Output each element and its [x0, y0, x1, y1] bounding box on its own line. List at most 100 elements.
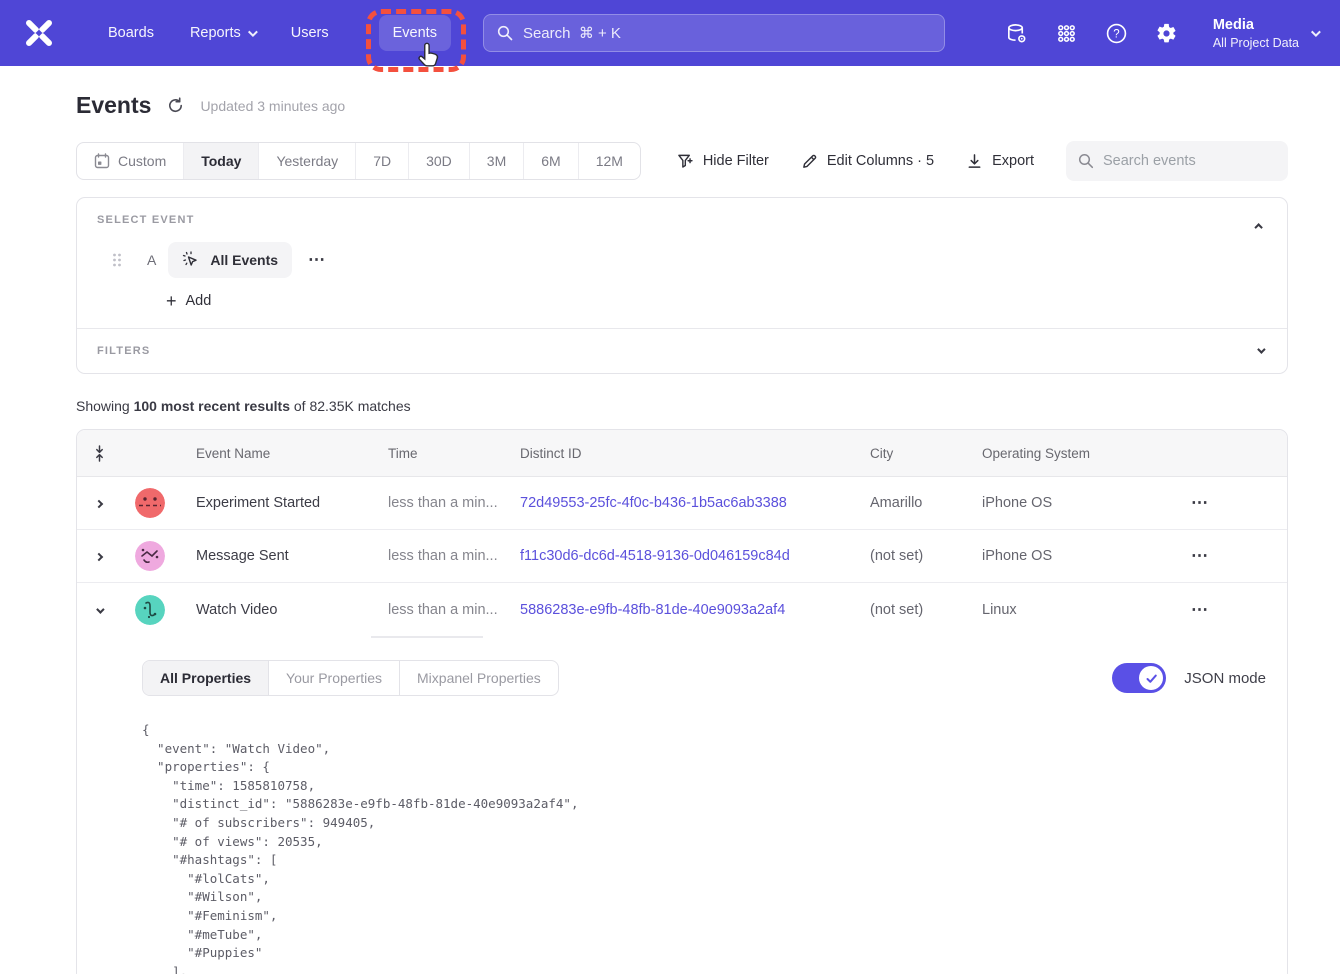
cell-distinct-id-link[interactable]: 72d49553-25fc-4f0c-b436-1b5ac6ab3388	[503, 495, 853, 511]
pencil-icon	[801, 153, 818, 170]
time-cell-divider	[371, 636, 483, 638]
event-selector-chip[interactable]: All Events	[168, 242, 292, 278]
sparkle-cursor-icon	[182, 251, 201, 270]
date-option-3m[interactable]: 3M	[469, 143, 523, 179]
global-search-input[interactable]	[523, 25, 931, 42]
settings-gear-icon[interactable]	[1155, 22, 1178, 45]
nav-item-users[interactable]: Users	[277, 15, 343, 51]
row-more-button[interactable]: ⋯	[1165, 546, 1287, 566]
download-icon	[966, 153, 983, 170]
row-more-button[interactable]: ⋯	[1165, 600, 1287, 620]
project-name: Media	[1213, 16, 1299, 36]
table-header-row: Event Name Time Distinct ID City Operati…	[77, 430, 1287, 477]
results-summary-prefix: Showing	[76, 398, 134, 414]
refresh-icon[interactable]	[167, 97, 184, 114]
chevron-down-icon	[96, 605, 104, 613]
top-navbar: Boards Reports Users Events	[0, 0, 1340, 66]
cell-city: (not set)	[853, 602, 965, 618]
query-builder-card: SELECT EVENT A	[76, 197, 1288, 374]
row-more-button[interactable]: ⋯	[1165, 493, 1287, 513]
cell-os: iPhone OS	[965, 495, 1165, 511]
column-header-os[interactable]: Operating System	[965, 446, 1165, 461]
global-search[interactable]	[483, 14, 945, 52]
date-option-7d[interactable]: 7D	[355, 143, 408, 179]
date-option-today[interactable]: Today	[183, 143, 258, 179]
filters-section-header[interactable]: FILTERS	[77, 329, 1287, 373]
event-row-letter: A	[147, 252, 156, 268]
help-icon[interactable]: ?	[1105, 22, 1128, 45]
search-events-field[interactable]	[1066, 141, 1288, 181]
event-row: A All Events ⋯	[97, 242, 1267, 278]
tab-all-properties[interactable]: All Properties	[143, 661, 268, 695]
edit-columns-button[interactable]: Edit Columns · 5	[801, 153, 934, 170]
cell-os: Linux	[965, 602, 1165, 618]
events-table: Event Name Time Distinct ID City Operati…	[76, 429, 1288, 974]
date-option-label: 12M	[596, 153, 623, 169]
cell-distinct-id-link[interactable]: 5886283e-e9fb-48fb-81de-40e9093a2af4	[503, 602, 853, 618]
date-option-30d[interactable]: 30D	[408, 143, 469, 179]
nav-item-label: Users	[291, 25, 329, 41]
apps-grid-icon[interactable]	[1055, 22, 1078, 45]
date-option-custom[interactable]: Custom	[77, 143, 183, 179]
date-option-label: 3M	[487, 153, 506, 169]
nav-item-boards[interactable]: Boards	[94, 15, 168, 51]
cell-time: less than a min...	[371, 602, 503, 618]
date-option-6m[interactable]: 6M	[523, 143, 577, 179]
results-summary: Showing 100 most recent results of 82.35…	[76, 398, 1288, 414]
date-option-12m[interactable]: 12M	[578, 143, 640, 179]
column-header-event-name[interactable]: Event Name	[179, 446, 371, 461]
tab-your-properties[interactable]: Your Properties	[268, 661, 399, 695]
json-mode-toggle[interactable]	[1112, 663, 1166, 693]
chevron-right-icon	[95, 500, 103, 508]
nav-item-events[interactable]: Events	[379, 15, 451, 51]
edit-columns-label: Edit Columns · 5	[827, 153, 934, 169]
date-option-label: Today	[201, 153, 241, 169]
project-selector[interactable]: Media All Project Data	[1213, 16, 1318, 50]
export-button[interactable]: Export	[966, 153, 1034, 170]
collapse-row-button[interactable]	[90, 595, 108, 625]
main-content: Events Updated 3 minutes ago Custom Toda…	[0, 66, 1288, 974]
nav-item-label: Events	[393, 25, 437, 41]
event-json-viewer: { "event": "Watch Video", "properties": …	[142, 721, 1266, 974]
table-row[interactable]: Message Sent less than a min... f11c30d6…	[77, 530, 1287, 583]
nav-item-events-wrapper: Events	[379, 15, 451, 51]
table-row[interactable]: Experiment Started less than a min... 72…	[77, 477, 1287, 530]
tab-mixpanel-properties[interactable]: Mixpanel Properties	[399, 661, 558, 695]
page-header: Events Updated 3 minutes ago	[76, 92, 1288, 119]
calendar-icon	[94, 153, 110, 169]
search-events-input[interactable]	[1103, 153, 1276, 169]
drag-handle-icon[interactable]	[112, 253, 122, 267]
event-selector-label: All Events	[210, 252, 278, 268]
table-row-expanded[interactable]: Watch Video less than a min... 5886283e-…	[77, 583, 1287, 636]
chevron-up-icon	[1254, 223, 1262, 231]
json-mode-control: JSON mode	[1112, 663, 1266, 693]
mixpanel-logo-icon[interactable]	[22, 16, 56, 50]
expand-row-button[interactable]	[90, 488, 108, 518]
date-option-label: 7D	[373, 153, 391, 169]
select-event-label: SELECT EVENT	[97, 214, 1267, 226]
expand-collapse-all-icon[interactable]	[92, 445, 107, 462]
column-header-distinct-id[interactable]: Distinct ID	[503, 446, 853, 461]
event-avatar	[135, 541, 165, 571]
column-header-time[interactable]: Time	[371, 446, 503, 461]
add-event-button[interactable]: + Add	[166, 292, 1267, 310]
nav-item-label: Reports	[190, 25, 241, 41]
nav-item-label: Boards	[108, 25, 154, 41]
plus-icon: +	[166, 292, 177, 310]
hide-filter-button[interactable]: Hide Filter	[677, 153, 769, 170]
event-more-button[interactable]: ⋯	[308, 250, 326, 270]
expand-row-button[interactable]	[90, 541, 108, 571]
detail-toolbar: All Properties Your Properties Mixpanel …	[142, 660, 1266, 696]
export-label: Export	[992, 153, 1034, 169]
data-management-icon[interactable]	[1005, 22, 1028, 45]
column-header-city[interactable]: City	[853, 446, 965, 461]
controls-row: Custom Today Yesterday 7D 30D 3M 6M 12M	[76, 141, 1288, 181]
hide-filter-label: Hide Filter	[703, 153, 769, 169]
date-option-label: Yesterday	[276, 153, 338, 169]
cell-time: less than a min...	[371, 548, 503, 564]
collapse-section-button[interactable]	[1257, 216, 1263, 234]
date-option-yesterday[interactable]: Yesterday	[258, 143, 355, 179]
select-event-section: SELECT EVENT A	[77, 198, 1287, 328]
nav-item-reports[interactable]: Reports	[176, 15, 269, 51]
cell-distinct-id-link[interactable]: f11c30d6-dc6d-4518-9136-0d046159c84d	[503, 548, 853, 564]
